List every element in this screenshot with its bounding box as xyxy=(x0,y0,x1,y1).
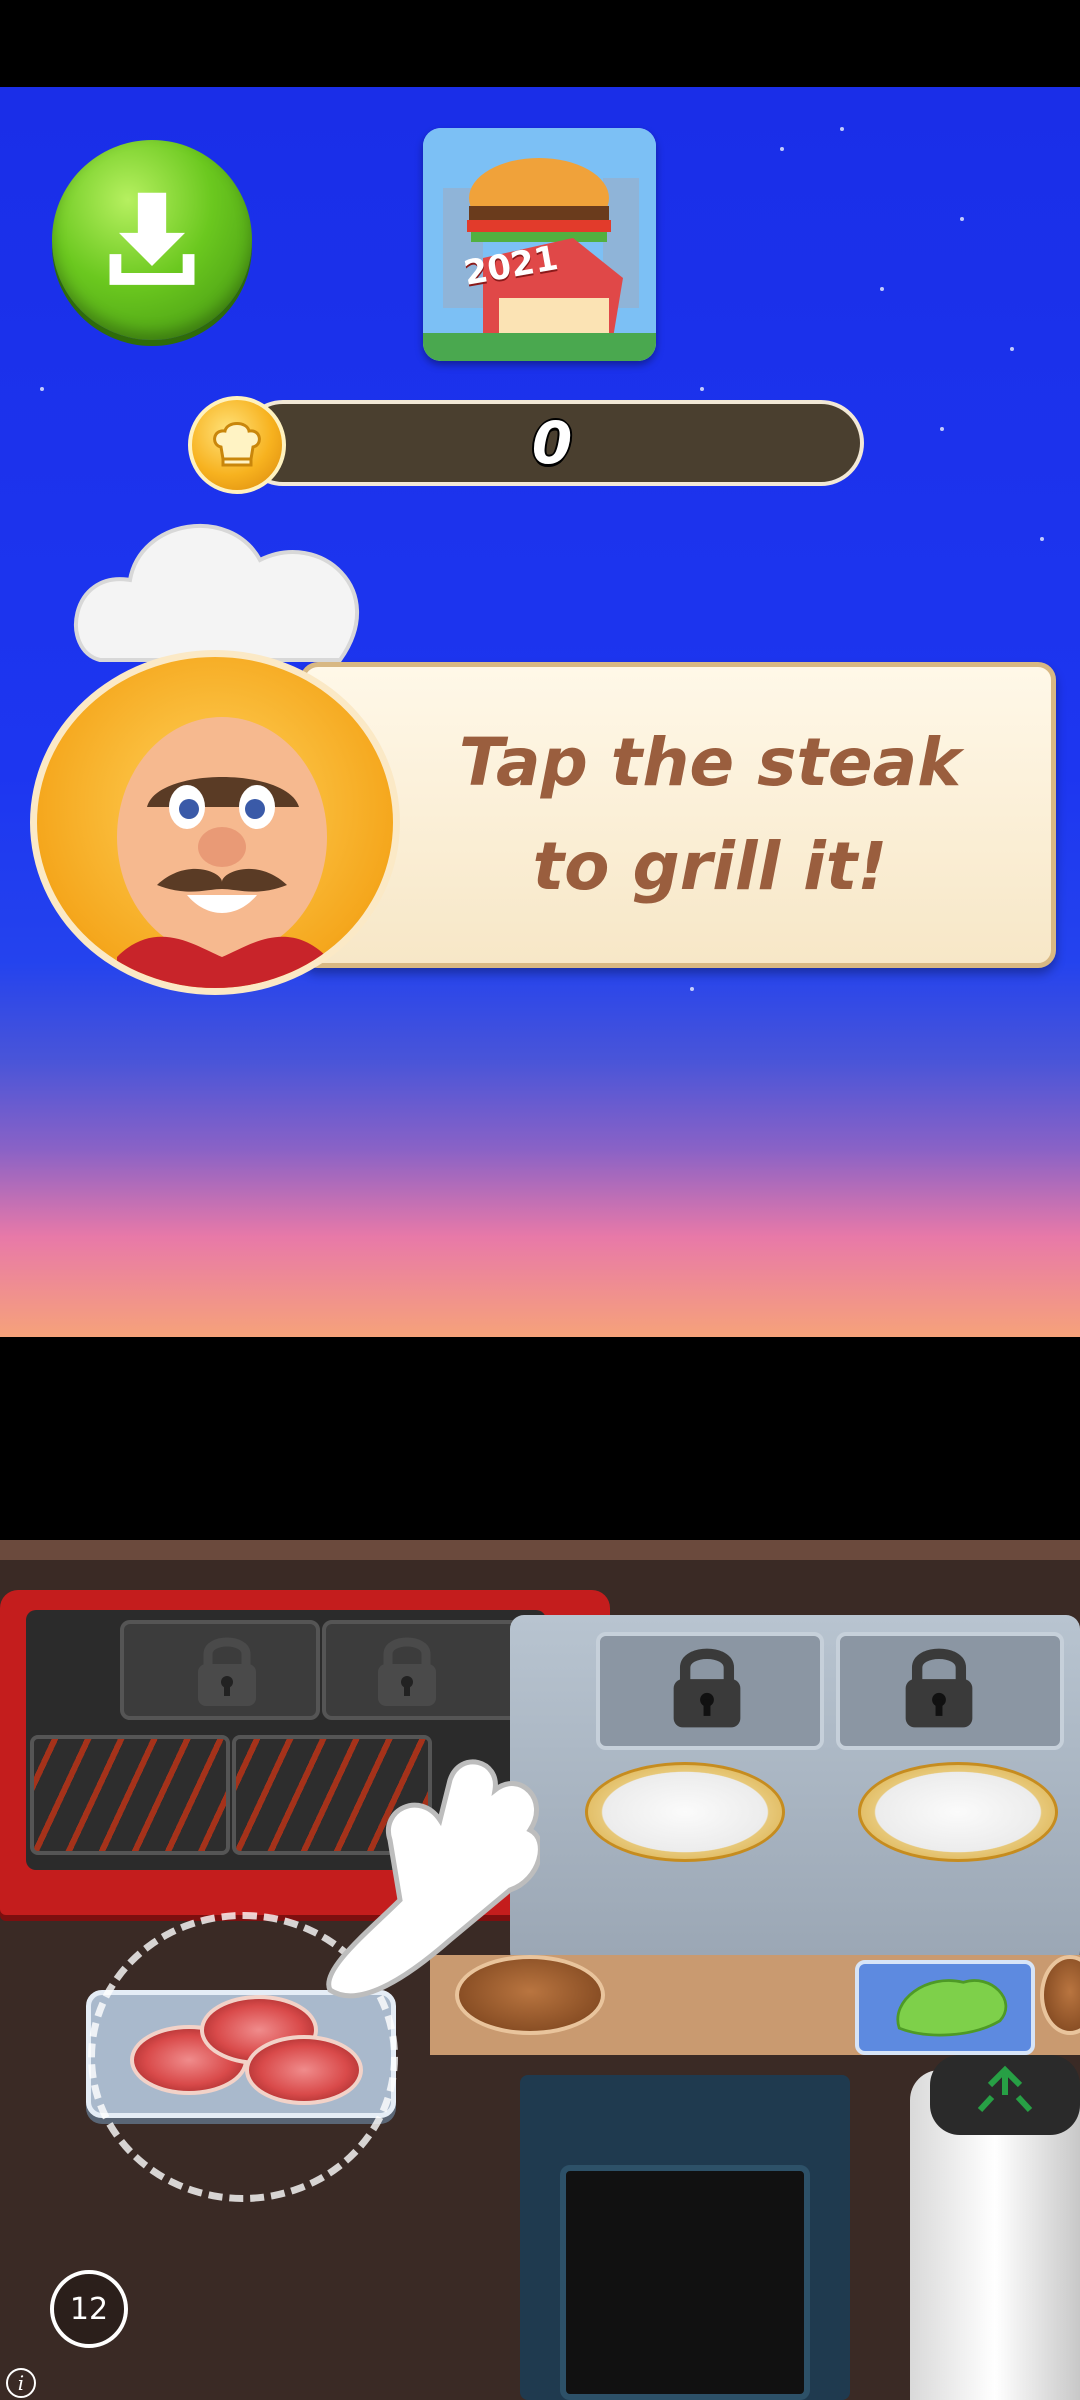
download-icon xyxy=(109,192,195,285)
recycle-icon xyxy=(977,2065,1033,2113)
chef-portrait xyxy=(30,650,400,995)
lock-icon xyxy=(905,1648,973,1728)
plate[interactable] xyxy=(858,1762,1058,1862)
level-counter-badge: 12 xyxy=(50,2270,128,2348)
hand-pointer-icon xyxy=(326,1759,540,1999)
lock-icon xyxy=(673,1648,741,1728)
download-button[interactable] xyxy=(52,140,252,340)
coin-count: 0 xyxy=(531,409,573,477)
app-logo[interactable]: 2021 xyxy=(423,128,656,361)
lettuce-icon xyxy=(896,1979,1008,2037)
info-icon[interactable]: i xyxy=(6,2368,36,2398)
chef-hat-coin-icon xyxy=(188,396,286,494)
lock-icon xyxy=(198,1637,256,1706)
lettuce-tray[interactable] xyxy=(855,1960,1035,2055)
tutorial-message: Tap the steak to grill it! xyxy=(458,724,962,905)
status-bar xyxy=(0,0,1080,87)
trash-lid[interactable] xyxy=(930,2055,1080,2135)
grill-grate[interactable] xyxy=(30,1735,230,1855)
plate[interactable] xyxy=(585,1762,785,1862)
lock-icon xyxy=(378,1637,436,1706)
oven-door xyxy=(560,2165,810,2400)
